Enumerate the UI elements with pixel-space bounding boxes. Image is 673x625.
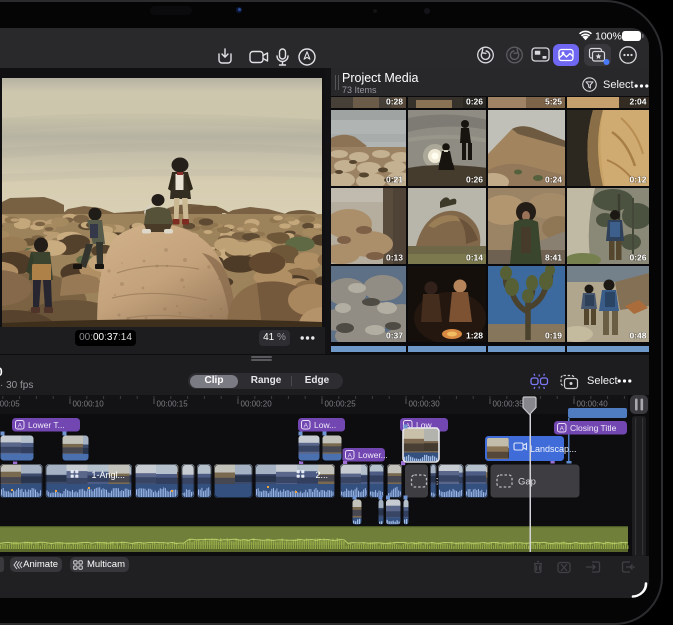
svg-text:Low...: Low... bbox=[314, 420, 336, 430]
svg-text:Lower T...: Lower T... bbox=[28, 420, 65, 430]
svg-text:0:12: 0:12 bbox=[629, 175, 646, 185]
svg-text:1-Angl...: 1-Angl... bbox=[91, 470, 125, 480]
svg-text:0:26: 0:26 bbox=[465, 97, 482, 107]
svg-text:5:25: 5:25 bbox=[544, 97, 561, 107]
svg-text:A: A bbox=[304, 422, 309, 429]
svg-text:2:04: 2:04 bbox=[629, 97, 646, 107]
svg-text:2...: 2... bbox=[315, 470, 328, 480]
svg-text:0:13: 0:13 bbox=[385, 253, 402, 263]
svg-text:A: A bbox=[18, 422, 23, 429]
svg-text:Gap: Gap bbox=[518, 477, 536, 488]
svg-text:Landscap...: Landscap... bbox=[530, 444, 577, 454]
svg-text:Closing Title: Closing Title bbox=[570, 423, 617, 433]
svg-text:0:37: 0:37 bbox=[385, 331, 402, 341]
svg-text:0:48: 0:48 bbox=[629, 331, 646, 341]
svg-text:0:21: 0:21 bbox=[385, 175, 402, 185]
svg-text:8:41: 8:41 bbox=[544, 253, 561, 263]
svg-text:0:19: 0:19 bbox=[544, 331, 561, 341]
svg-text:A: A bbox=[560, 425, 565, 432]
svg-text:Lower...: Lower... bbox=[358, 450, 388, 460]
svg-text:0:26: 0:26 bbox=[465, 175, 482, 185]
svg-text:A: A bbox=[348, 452, 353, 459]
svg-text:1:28: 1:28 bbox=[465, 331, 482, 341]
svg-text:0:24: 0:24 bbox=[544, 175, 561, 185]
svg-text:0:26: 0:26 bbox=[629, 253, 646, 263]
svg-text:0:14: 0:14 bbox=[465, 253, 482, 263]
svg-text:100%: 100% bbox=[595, 31, 622, 43]
svg-text:0:28: 0:28 bbox=[385, 97, 402, 107]
